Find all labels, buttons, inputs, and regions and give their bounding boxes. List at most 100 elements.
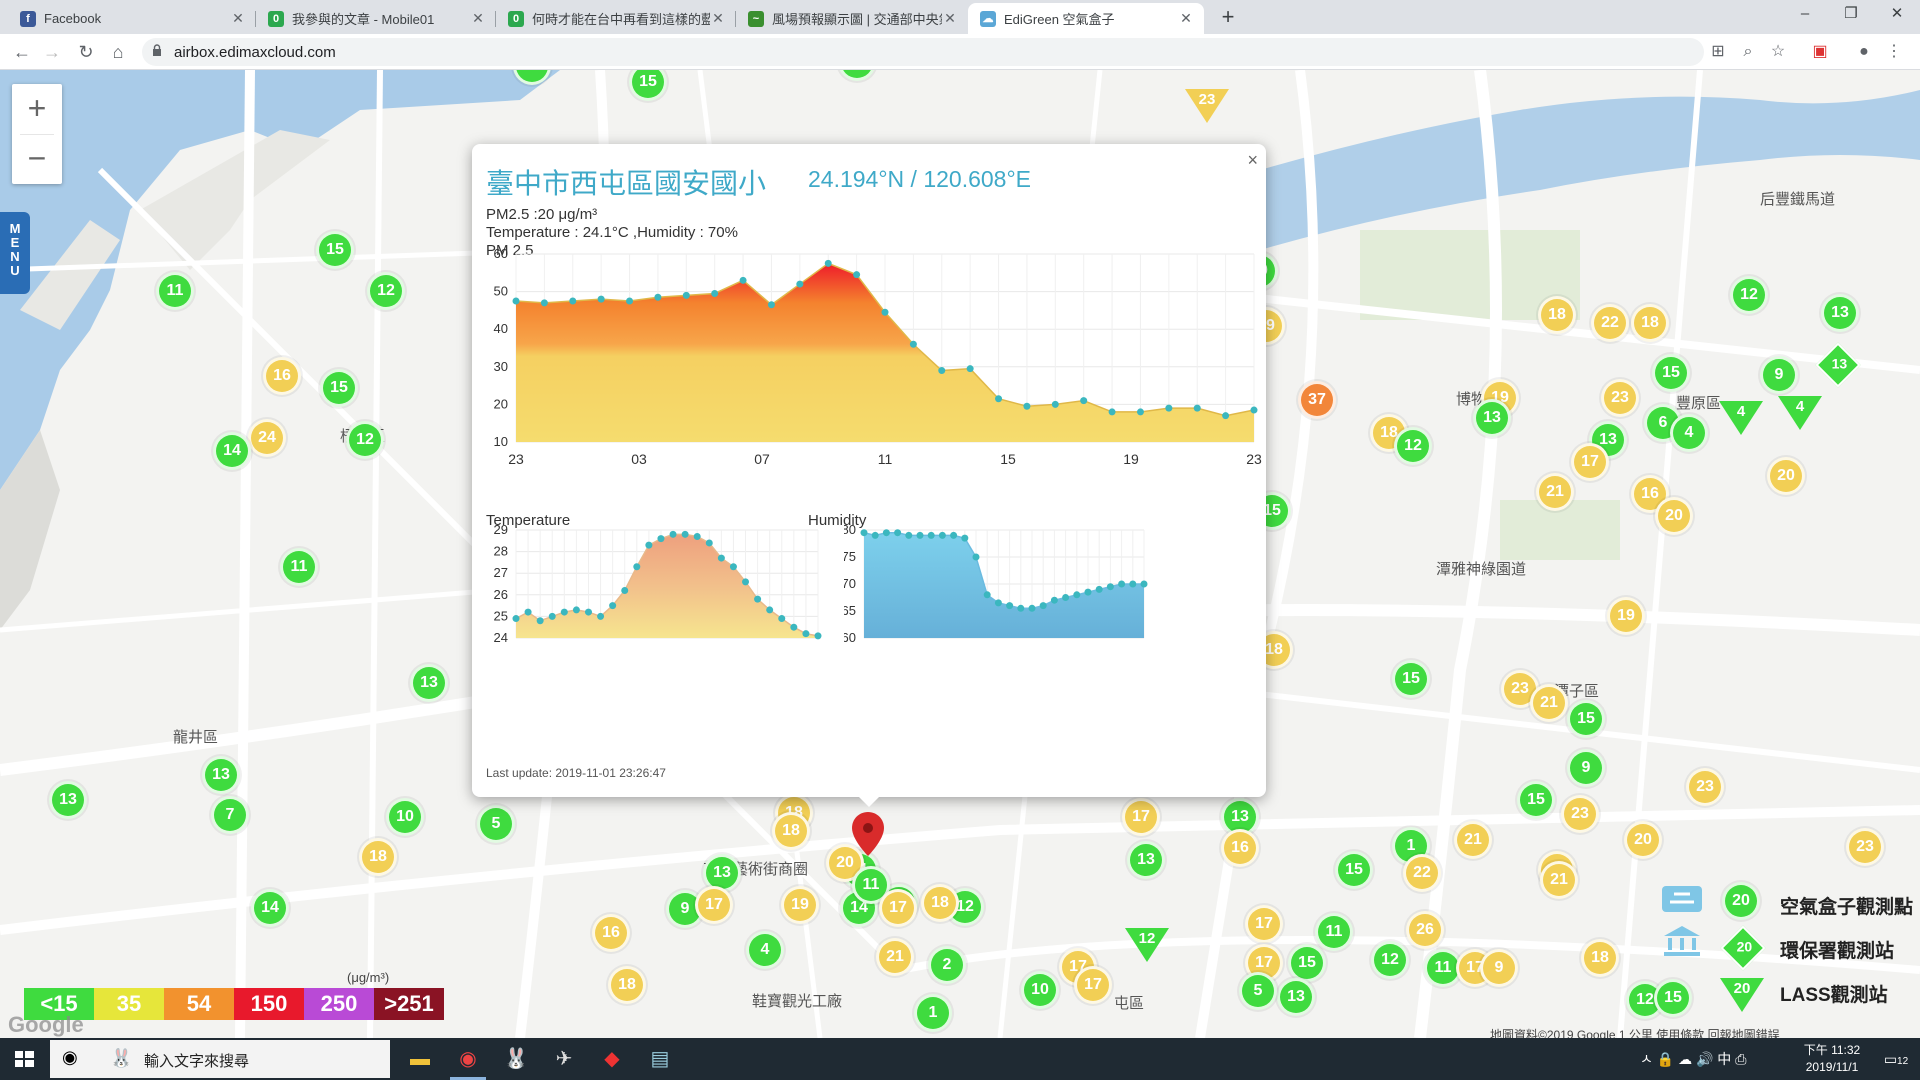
windows-start-icon[interactable] [0,1038,48,1080]
file-explorer-icon[interactable]: ▬ [398,1042,442,1076]
forward-icon[interactable]: → [38,38,66,66]
pm-marker[interactable]: 21 [1536,473,1574,511]
reload-icon[interactable]: ↻ [72,38,100,66]
pm-marker[interactable]: 1 [914,994,952,1032]
pm-marker[interactable]: 18 [1538,296,1576,334]
home-icon[interactable]: ⌂ [104,38,132,66]
pm-marker[interactable]: 19 [781,886,819,924]
back-icon[interactable]: ← [8,38,36,66]
zoom-in-button[interactable]: + [12,84,62,134]
close-tab-icon[interactable]: ✕ [1178,10,1194,27]
pm-marker[interactable]: 12 [1371,941,1409,979]
notification-icon[interactable]: ▭12 [1874,1042,1918,1076]
pm-marker[interactable]: 23 [1686,768,1724,806]
pm-marker[interactable]: 13 [1127,841,1165,879]
app-red-icon[interactable]: ◆ [590,1042,634,1076]
pm-marker[interactable]: 5 [477,805,515,843]
pm-marker[interactable]: 11 [1315,913,1353,951]
tab-edigreen[interactable]: ☁ EdiGreen 空氣盒子 ✕ [968,3,1204,34]
taskbar-search[interactable]: ◉ 🐰 輸入文字來搜尋 [50,1040,390,1078]
pm-marker[interactable]: 20 [1655,497,1693,535]
lass-marker[interactable]: 23 [1185,89,1229,123]
pm-marker[interactable]: 23 [1846,828,1884,866]
pm-marker[interactable]: 18 [772,812,810,850]
tab-weather[interactable]: ~ 風場預報顯示圖 | 交通部中央氣象 ✕ [736,3,968,34]
close-tab-icon[interactable]: ✕ [710,10,726,27]
pm-marker[interactable]: 13 [1821,294,1859,332]
pm-marker[interactable]: 37 [1298,381,1336,419]
pm-marker[interactable]: 10 [1021,971,1059,1009]
pm-marker[interactable]: 12 [1730,276,1768,314]
minimize-button[interactable]: – [1782,0,1828,30]
pm-marker[interactable]: 17 [879,889,917,927]
pm-marker[interactable]: 11 [280,548,318,586]
pm-marker[interactable]: 7 [211,796,249,834]
pm-marker[interactable]: 9 [1480,949,1518,987]
pm-marker[interactable]: 17 [1245,905,1283,943]
menu-dots-icon[interactable]: ⋮ [1882,40,1906,64]
pm-marker[interactable]: 15 [1392,660,1430,698]
pm-marker[interactable]: 9 [1760,356,1798,394]
pm-marker[interactable]: 14 [213,432,251,470]
translate-icon[interactable]: ⊞ [1706,40,1730,64]
pm-marker[interactable]: 15 [1567,700,1605,738]
system-tray[interactable]: ㅅ 🔒 ☁ 🔊 中 ⎙ [1640,1049,1746,1069]
pm-marker[interactable]: 15 [1288,944,1326,982]
close-tab-icon[interactable]: ✕ [470,10,486,27]
pm-marker[interactable]: 18 [608,966,646,1004]
close-tab-icon[interactable]: ✕ [230,10,246,27]
pm-marker[interactable]: 13 [1473,399,1511,437]
pm-marker[interactable]: 17 [695,886,733,924]
pm-marker[interactable]: 14 [251,889,289,927]
close-window-button[interactable]: ✕ [1874,0,1920,30]
pm-marker[interactable]: 22 [1403,854,1441,892]
pm-marker[interactable]: 23 [1601,379,1639,417]
pm-marker[interactable]: 12 [346,421,384,459]
clock[interactable]: 下午 11:32 2019/11/1 [1797,1042,1867,1076]
pm-marker[interactable]: 21 [1454,821,1492,859]
app-notepad-icon[interactable]: ▤ [638,1042,682,1076]
zoom-out-button[interactable]: − [12,134,62,184]
pm-marker[interactable]: 15 [1652,354,1690,392]
close-tab-icon[interactable]: ✕ [942,10,958,27]
zoom-icon[interactable]: ⌕ [1736,40,1760,64]
pm-marker[interactable]: 20 [1767,457,1805,495]
restore-button[interactable]: ❐ [1828,0,1874,30]
pm-marker[interactable]: 15 [1335,851,1373,889]
pm-marker[interactable]: 13 [1277,978,1315,1016]
pm-marker[interactable]: 15 [1517,781,1555,819]
pm-marker[interactable]: 16 [592,914,630,952]
pm-marker[interactable]: 13 [410,664,448,702]
pm-marker[interactable]: 21 [1540,861,1578,899]
app-bird-icon[interactable]: ✈ [542,1042,586,1076]
tab-facebook[interactable]: f Facebook ✕ [8,3,256,34]
pm-marker[interactable]: 18 [359,838,397,876]
address-bar[interactable]: airbox.edimaxcloud.com [142,38,1704,66]
lass-marker[interactable]: 12 [1125,928,1169,962]
pm-marker[interactable]: 18 [1631,304,1669,342]
pm-marker[interactable]: 17 [1571,443,1609,481]
pm-marker[interactable]: 15 [320,369,358,407]
pm-marker[interactable]: 17 [1074,966,1112,1004]
menu-tab[interactable]: MENU [0,212,30,294]
pm-marker[interactable]: 22 [1591,304,1629,342]
bookmark-star-icon[interactable]: ☆ [1766,40,1790,64]
pm-marker[interactable]: 17 [1122,798,1160,836]
pm-marker[interactable]: 2 [928,946,966,984]
pm-marker[interactable]: 9 [1567,749,1605,787]
pm-marker[interactable]: 20 [1624,821,1662,859]
pm-marker[interactable]: 23 [1561,795,1599,833]
pm-marker[interactable]: 21 [1530,684,1568,722]
pm-marker[interactable]: 16 [263,357,301,395]
pm-marker[interactable]: 24 [248,419,286,457]
extension-icon[interactable]: ▣ [1808,40,1832,64]
profile-icon[interactable]: ● [1852,40,1876,64]
pm-marker[interactable]: 19 [1607,597,1645,635]
pm-marker[interactable]: 21 [876,938,914,976]
pm-marker[interactable]: 10 [386,798,424,836]
pm-marker[interactable]: 4 [746,931,784,969]
pm-marker[interactable]: 12 [367,272,405,310]
pm-marker[interactable]: 18 [1581,939,1619,977]
app-rabbit-icon[interactable]: 🐰 [494,1042,538,1076]
pm-marker[interactable]: 15 [1654,979,1692,1017]
